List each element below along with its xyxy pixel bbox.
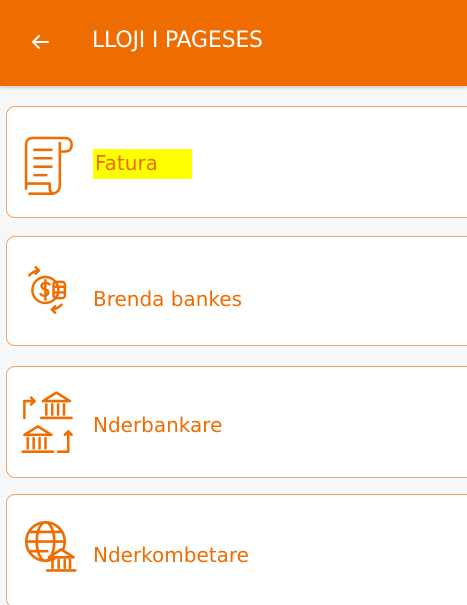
- payment-type-brenda-bankes[interactable]: Brenda bankes: [6, 236, 467, 346]
- payment-type-label: Fatura: [93, 149, 192, 179]
- payment-type-list: Fatura Brenda bankes Nderbankare Nderkom…: [0, 86, 467, 605]
- payment-type-label: Nderkombetare: [93, 543, 249, 567]
- app-bar: LLOJI I PAGESES: [0, 0, 467, 86]
- interbank-transfer-icon: [21, 391, 73, 453]
- international-globe-bank-icon: [24, 520, 77, 572]
- payment-type-label: Brenda bankes: [93, 287, 243, 311]
- payment-type-label: Nderbankare: [93, 413, 223, 437]
- page-title: LLOJI I PAGESES: [92, 28, 263, 53]
- invoice-receipt-icon: [24, 136, 73, 195]
- payment-type-nderkombetare[interactable]: Nderkombetare: [6, 494, 467, 605]
- currency-exchange-icon: [27, 266, 67, 314]
- payment-type-nderbankare[interactable]: Nderbankare: [6, 366, 467, 478]
- payment-type-fatura[interactable]: Fatura: [6, 106, 467, 218]
- arrow-left-icon[interactable]: [28, 30, 52, 54]
